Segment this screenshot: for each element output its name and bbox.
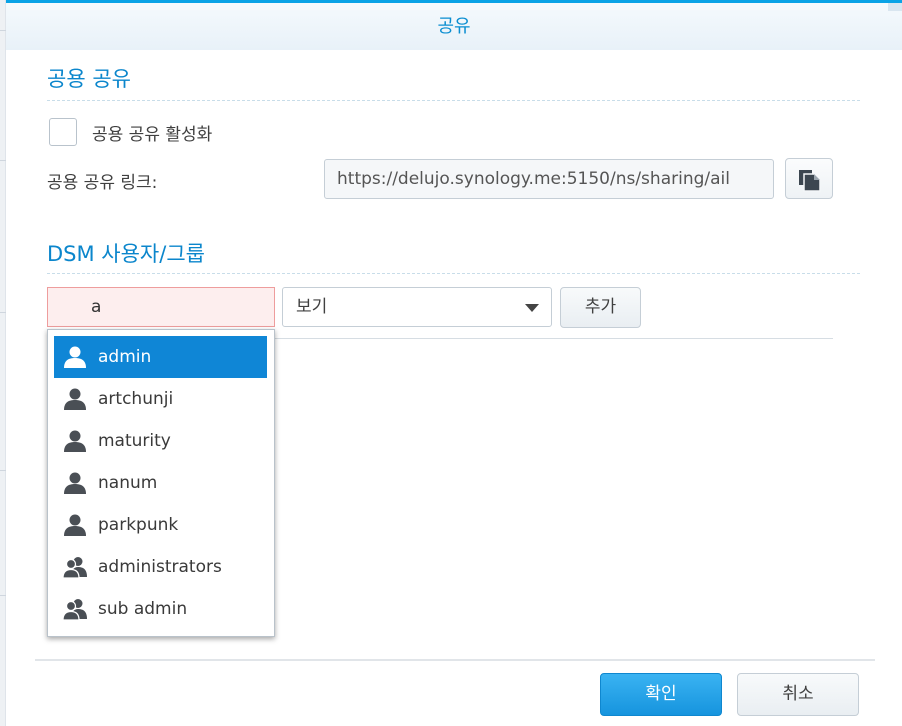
footer-separator (35, 659, 875, 661)
share-dialog: 공유 공용 공유 공용 공유 활성화 공용 공유 링크: https://del… (6, 0, 902, 726)
cancel-button[interactable]: 취소 (737, 673, 859, 716)
suggestion-item[interactable]: maturity (54, 420, 267, 462)
copy-icon (799, 170, 821, 192)
suggestion-item[interactable]: parkpunk (54, 504, 267, 546)
suggestion-item[interactable]: admin (54, 336, 267, 378)
suggestion-item[interactable]: sub admin (54, 588, 267, 630)
suggestion-item[interactable]: administrators (54, 546, 267, 588)
suggestion-label: admin (98, 347, 152, 367)
dialog-title: 공유 (437, 16, 471, 37)
permission-select-value: 보기 (296, 297, 328, 317)
suggestion-label: maturity (98, 431, 171, 451)
user-icon (64, 388, 86, 410)
user-icon (64, 472, 86, 494)
copy-link-button[interactable] (785, 158, 833, 199)
suggestion-label: artchunji (98, 389, 174, 409)
group-icon (62, 557, 87, 579)
user-icon (64, 514, 86, 536)
permission-select[interactable]: 보기 (282, 287, 552, 327)
public-share-link-label: 공용 공유 링크: (47, 173, 158, 193)
user-search-input[interactable]: a (47, 287, 275, 327)
group-icon (62, 599, 87, 621)
public-share-section-title: 공용 공유 (47, 67, 131, 91)
dialog-header[interactable]: 공유 (6, 3, 902, 50)
user-icon (64, 430, 86, 452)
dsm-users-section-title: DSM 사용자/그룹 (47, 242, 205, 266)
suggestion-item[interactable]: artchunji (54, 378, 267, 420)
suggestion-label: sub admin (98, 599, 188, 619)
public-share-link-field[interactable]: https://delujo.synology.me:5150/ns/shari… (324, 159, 774, 199)
enable-public-share-checkbox[interactable] (49, 118, 77, 146)
enable-public-share-label[interactable]: 공용 공유 활성화 (92, 120, 212, 145)
resize-corner (888, 3, 902, 11)
suggestion-label: parkpunk (98, 515, 179, 535)
user-icon (64, 346, 86, 368)
suggestion-label: nanum (98, 473, 158, 493)
add-button[interactable]: 추가 (560, 287, 641, 328)
ok-button[interactable]: 확인 (600, 673, 722, 716)
suggestion-label: administrators (98, 557, 222, 577)
suggestion-item[interactable]: nanum (54, 462, 267, 504)
section-separator (47, 100, 860, 101)
user-suggestion-dropdown: admin artchunji maturity nanum parkpunk … (47, 329, 275, 637)
section-separator (47, 273, 860, 274)
chevron-down-icon[interactable] (525, 304, 539, 312)
